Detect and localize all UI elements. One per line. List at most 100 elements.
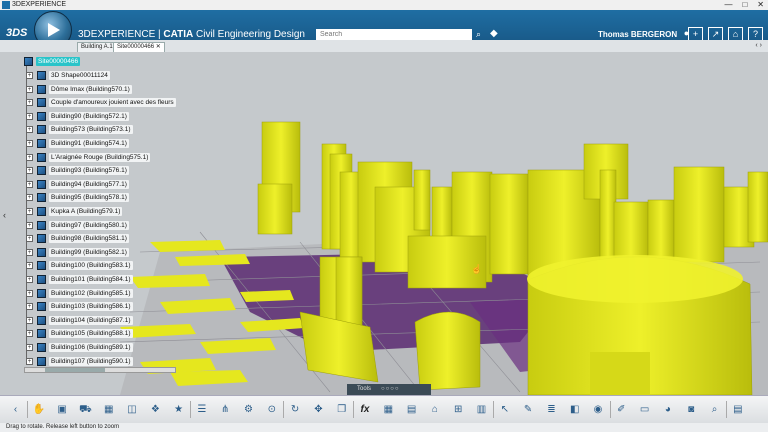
tree-item-label[interactable]: Building91 (Building574.1) bbox=[49, 139, 129, 148]
tree-item[interactable]: + Building94 (Building577.1) bbox=[26, 179, 129, 190]
tree-item-label[interactable]: Building90 (Building572.1) bbox=[49, 111, 129, 121]
tree-expand-icon[interactable]: + bbox=[26, 208, 33, 215]
tree-item-label[interactable]: Building93 (Building576.1) bbox=[49, 166, 129, 176]
tree-expand-icon[interactable]: + bbox=[26, 85, 33, 93]
tree-item[interactable]: + Building102 (Building585.1) bbox=[26, 288, 133, 299]
tab-nav-arrows[interactable]: ‹ › bbox=[755, 42, 762, 49]
frame-icon[interactable]: ▤ bbox=[404, 402, 419, 417]
collapse-panel-arrow[interactable]: ‹ bbox=[3, 210, 6, 220]
paint-icon[interactable]: ◕ bbox=[660, 402, 675, 417]
tree-item[interactable]: + Building90 (Building572.1) bbox=[26, 111, 129, 122]
tree-item[interactable]: + Building103 (Building586.1) bbox=[26, 301, 133, 312]
tree-item[interactable]: + Building573 (Building573.1) bbox=[26, 124, 133, 135]
search-input[interactable] bbox=[316, 29, 472, 40]
tree-expand-icon[interactable]: + bbox=[26, 99, 33, 107]
tree-scrollbar-thumb[interactable] bbox=[45, 368, 105, 372]
refresh-icon[interactable]: ↻ bbox=[288, 402, 303, 417]
box-icon[interactable]: ◧ bbox=[567, 402, 582, 417]
material-icon[interactable]: ◉ bbox=[591, 402, 606, 417]
tree-expand-icon[interactable]: + bbox=[26, 344, 33, 351]
tree-root-label[interactable]: Site00000466 bbox=[36, 57, 81, 66]
3d-viewport[interactable]: Site00000466 +3D Shape00011124 + Dôme Imax… bbox=[0, 52, 768, 395]
tree-item[interactable]: + Building98 (Building581.1) bbox=[26, 233, 129, 244]
minimize-button[interactable]: — bbox=[724, 0, 732, 10]
close-window-button[interactable]: ✕ bbox=[757, 0, 764, 10]
tree-expand-icon[interactable]: + bbox=[26, 153, 33, 161]
tree-item[interactable]: + Building97 (Building580.1) bbox=[26, 220, 129, 231]
tree-item[interactable]: + Building107 (Building590.1) bbox=[26, 356, 133, 367]
tree-item-label[interactable]: Building573 (Building573.1) bbox=[49, 125, 133, 135]
tree-item-label[interactable]: Building94 (Building577.1) bbox=[49, 179, 129, 189]
inspect-icon[interactable]: ⌕ bbox=[707, 402, 722, 417]
tree-expand-icon[interactable]: + bbox=[26, 140, 33, 147]
tree-expand-icon[interactable]: + bbox=[26, 303, 33, 311]
tree-item-label[interactable]: Building102 (Building585.1) bbox=[49, 288, 133, 298]
tree-expand-icon[interactable]: + bbox=[26, 235, 33, 243]
maximize-button[interactable]: □ bbox=[742, 0, 747, 10]
save-icon[interactable]: ▤ bbox=[730, 402, 745, 417]
brush-icon[interactable]: ✐ bbox=[614, 402, 629, 417]
tree-expand-icon[interactable]: + bbox=[26, 126, 33, 134]
building-icon[interactable]: ⌂ bbox=[427, 402, 442, 417]
tree-item-label[interactable]: Building105 (Building588.1) bbox=[49, 329, 133, 339]
tree-item[interactable]: + Building93 (Building576.1) bbox=[26, 165, 129, 176]
tree-expand-icon[interactable]: + bbox=[26, 276, 33, 283]
more-icon[interactable]: ⊙ bbox=[264, 402, 279, 417]
tree-expand-icon[interactable]: + bbox=[26, 180, 33, 188]
tree-expand-icon[interactable]: + bbox=[26, 316, 33, 324]
view-icon[interactable]: ◫ bbox=[125, 402, 140, 417]
camera-icon[interactable]: ◙ bbox=[684, 402, 699, 417]
tree-item[interactable]: + Building95 (Building578.1) bbox=[26, 192, 129, 203]
pointer-icon[interactable]: ↖ bbox=[497, 402, 512, 417]
cube-icon[interactable]: ▣ bbox=[55, 402, 70, 417]
chart-icon[interactable]: ▥ bbox=[474, 402, 489, 417]
tree-item-label[interactable]: Couple d'amoureux jouient avec des fleur… bbox=[49, 98, 176, 108]
tree-item-label[interactable]: Building103 (Building586.1) bbox=[49, 302, 133, 312]
tree-expand-icon[interactable]: + bbox=[26, 262, 33, 270]
tree-scrollbar[interactable] bbox=[24, 367, 176, 373]
tree-item-label[interactable]: Building104 (Building587.1) bbox=[49, 315, 133, 325]
tree-item[interactable]: + Kupka A (Building579.1) bbox=[26, 206, 123, 217]
tree-expand-icon[interactable]: + bbox=[26, 289, 33, 297]
tree-item-label[interactable]: Building97 (Building580.1) bbox=[49, 220, 129, 230]
tree-item-label[interactable]: Kupka A (Building579.1) bbox=[49, 207, 123, 216]
grid-icon[interactable]: ▦ bbox=[381, 402, 396, 417]
tree-item-label[interactable]: Building98 (Building581.1) bbox=[49, 234, 129, 244]
tree-item-label[interactable]: Building107 (Building590.1) bbox=[49, 356, 133, 366]
tree-item[interactable]: + Building104 (Building587.1) bbox=[26, 315, 133, 326]
layers-icon[interactable]: ≣ bbox=[544, 402, 559, 417]
move-icon[interactable]: ✥ bbox=[311, 402, 326, 417]
tree-expand-icon[interactable]: + bbox=[26, 221, 33, 229]
tree-item-label[interactable]: Building95 (Building578.1) bbox=[49, 193, 129, 203]
eraser-icon[interactable]: ▭ bbox=[637, 402, 652, 417]
left-arrow-icon[interactable]: ‹ bbox=[8, 402, 23, 417]
tree-expand-icon[interactable]: + bbox=[26, 248, 33, 256]
measure-icon[interactable]: ⊞ bbox=[451, 402, 466, 417]
close-tab-icon[interactable]: ✕ bbox=[156, 44, 161, 50]
car-icon[interactable]: ⛟ bbox=[78, 402, 93, 417]
tree-item-label[interactable]: Building106 (Building589.1) bbox=[49, 343, 133, 352]
tag-icon[interactable]: ◆ bbox=[490, 28, 498, 39]
tree-item-label[interactable]: Dôme Imax (Building570.1) bbox=[49, 84, 132, 94]
tools-dots[interactable]: ○○○○ bbox=[381, 384, 400, 395]
copy-icon[interactable]: ❐ bbox=[334, 402, 349, 417]
table-icon[interactable]: ▦ bbox=[101, 402, 116, 417]
specification-tree[interactable]: Site00000466 +3D Shape00011124 + Dôme Imax… bbox=[16, 54, 178, 379]
user-name[interactable]: Thomas BERGERON bbox=[598, 30, 677, 39]
tree-item[interactable]: + Building99 (Building582.1) bbox=[26, 247, 129, 258]
tree-item[interactable]: + Building101 (Building584.1) bbox=[26, 274, 133, 285]
tools-tab[interactable]: Tools ○○○○ bbox=[347, 384, 431, 395]
hand-icon[interactable]: ✋ bbox=[31, 402, 46, 417]
tree-item[interactable]: + Building91 (Building574.1) bbox=[26, 138, 129, 149]
pen-icon[interactable]: ✎ bbox=[521, 402, 536, 417]
tree-root[interactable]: Site00000466 bbox=[24, 56, 81, 67]
tree-item-label[interactable]: L'Araignée Rouge (Building575.1) bbox=[49, 152, 151, 162]
tree-item-label[interactable]: Building100 (Building583.1) bbox=[49, 261, 133, 271]
tree-item-label[interactable]: 3D Shape00011124 bbox=[49, 71, 110, 80]
tree-item[interactable]: + Dôme Imax (Building570.1) bbox=[26, 84, 132, 95]
tree-expand-icon[interactable]: + bbox=[26, 194, 33, 202]
tree-item-label[interactable]: Building99 (Building582.1) bbox=[49, 247, 129, 257]
star-icon[interactable]: ★ bbox=[171, 402, 186, 417]
cube-group-icon[interactable]: ❖ bbox=[148, 402, 163, 417]
tree-expand-icon[interactable]: + bbox=[26, 330, 33, 338]
